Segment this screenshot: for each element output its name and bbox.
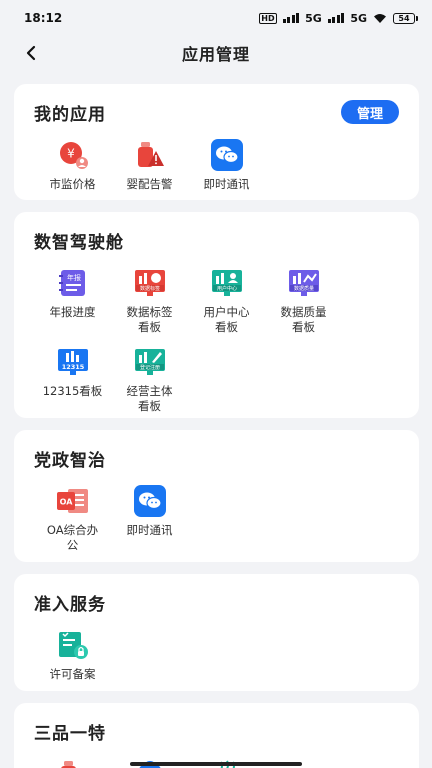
app-data-quality-board[interactable]: 数据质量 数据质量 看板	[265, 266, 342, 335]
app-instant-messaging-2[interactable]: 即时通讯	[111, 484, 188, 553]
business-entity-board-icon: 登记注册	[133, 345, 167, 379]
app-business-entity-board[interactable]: 登记注册 经营主体 看板	[111, 345, 188, 414]
svg-text:登记注册: 登记注册	[139, 364, 159, 371]
network-label-2: 5G	[350, 11, 367, 25]
svg-text:¥: ¥	[67, 147, 75, 161]
svg-text:年报: 年报	[67, 273, 81, 282]
app-oa-office[interactable]: OA OA综合办公	[34, 484, 111, 553]
data-tag-board-icon: 数据标签	[133, 266, 167, 300]
app-price-monitor[interactable]: ¥ 市监价格	[34, 138, 111, 192]
card-access-service: 准入服务 许可备案	[14, 574, 419, 691]
app-user-center-board[interactable]: 用户中心 用户中心 看板	[188, 266, 265, 335]
status-time: 18:12	[24, 11, 63, 25]
app-label: 婴配告警	[126, 177, 173, 191]
svg-text:数据质量: 数据质量	[293, 285, 313, 292]
app-instant-messaging[interactable]: 即时通讯	[188, 138, 265, 192]
app-infant-formula-alert[interactable]: 婴配告警	[111, 138, 188, 192]
card-my-apps: 我的应用 管理 ¥ 市监价格 婴配告警 即时通讯	[14, 84, 419, 200]
svg-text:用户中心: 用户中心	[216, 285, 236, 292]
app-partial-1[interactable]	[34, 757, 111, 768]
app-label: 年报进度	[49, 305, 96, 319]
svg-text:OA: OA	[59, 498, 73, 507]
app-label: 市监价格	[49, 177, 96, 191]
battery-icon: 54	[393, 12, 418, 24]
back-button[interactable]	[18, 40, 44, 66]
signal-icon	[282, 13, 300, 23]
hd-icon: HD	[259, 12, 277, 24]
battery-level: 54	[393, 12, 415, 24]
permit-filing-icon	[56, 628, 90, 662]
section-title: 党政智治	[34, 450, 106, 471]
home-indicator[interactable]	[130, 762, 302, 766]
app-label: 即时通讯	[126, 523, 173, 537]
app-label: 12315看板	[42, 384, 103, 398]
card-three-products: 三品一特	[14, 703, 419, 768]
section-title: 准入服务	[34, 594, 106, 615]
app-annual-report-progress[interactable]: 年报 年报进度	[34, 266, 111, 335]
svg-text:数据标签: 数据标签	[139, 285, 159, 292]
section-title: 我的应用	[34, 104, 106, 125]
nav-bar: 应用管理	[0, 36, 432, 70]
page-title: 应用管理	[181, 45, 250, 64]
card-party-governance: 党政智治 OA OA综合办公 即时通讯	[14, 430, 419, 562]
app-label: 许可备案	[49, 667, 96, 681]
app-label: OA综合办公	[46, 523, 99, 552]
data-quality-board-icon: 数据质量	[287, 266, 321, 300]
price-tag-icon: ¥	[56, 138, 90, 172]
app-label: 数据质量 看板	[280, 305, 327, 334]
app-label: 即时通讯	[203, 177, 250, 191]
wifi-icon	[374, 13, 386, 23]
svg-text:12315: 12315	[61, 363, 84, 371]
chat-icon	[210, 138, 244, 172]
section-title: 数智驾驶舱	[34, 232, 124, 253]
app-label: 用户中心 看板	[203, 305, 250, 334]
app-label: 数据标签 看板	[126, 305, 173, 334]
warning-bottle-icon	[133, 138, 167, 172]
chat-icon	[133, 484, 167, 518]
annual-report-icon: 年报	[56, 266, 90, 300]
app-permit-filing[interactable]: 许可备案	[34, 628, 111, 682]
app-label: 经营主体 看板	[126, 384, 173, 413]
user-center-board-icon: 用户中心	[210, 266, 244, 300]
network-label-1: 5G	[305, 11, 322, 25]
status-bar: 18:12 HD 5G 5G 54	[0, 0, 432, 36]
oa-icon: OA	[56, 484, 90, 518]
app-12315-board[interactable]: 12315 12315看板	[34, 345, 111, 414]
signal-icon-2	[327, 13, 345, 23]
chevron-left-icon	[26, 45, 36, 61]
section-title: 三品一特	[34, 723, 106, 744]
warning-bottle-icon	[56, 757, 90, 768]
app-data-tag-board[interactable]: 数据标签 数据标签 看板	[111, 266, 188, 335]
manage-button[interactable]: 管理	[341, 100, 399, 124]
card-cockpit: 数智驾驶舱 年报 年报进度 数据标签 数据标签 看板 用户中心 用户中心 看板 数据…	[14, 212, 419, 418]
12315-board-icon: 12315	[56, 345, 90, 379]
